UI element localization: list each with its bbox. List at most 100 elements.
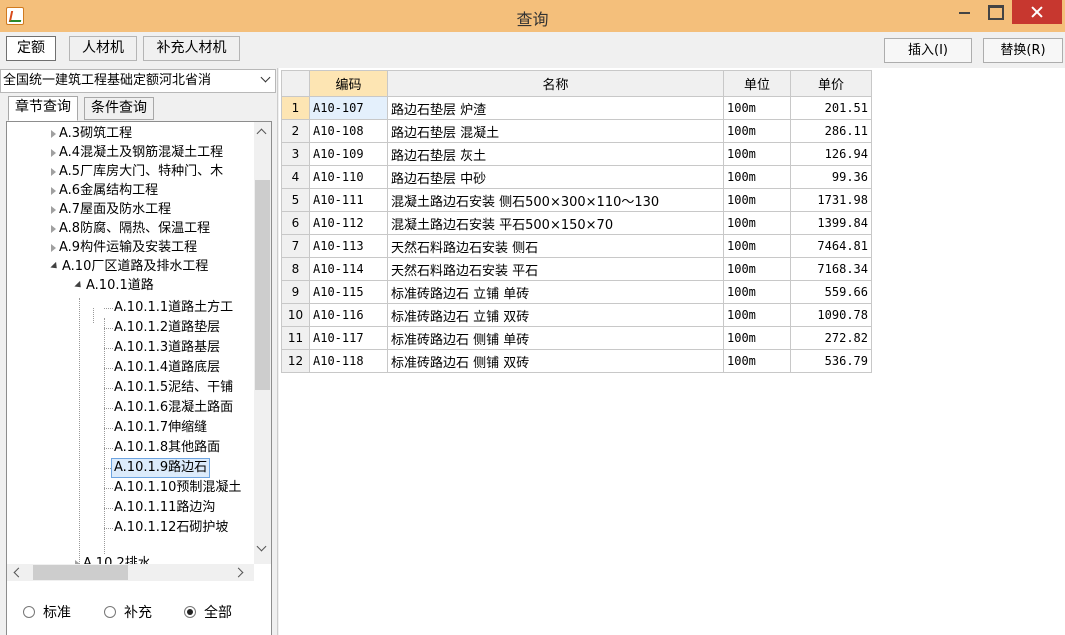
name-cell[interactable]: 天然石料路边石安装 平石 (387, 257, 724, 281)
table-row[interactable]: 12 A10-118 标准砖路边石 侧铺 双砖 100m 536.79 (281, 349, 872, 373)
table-row[interactable]: 4 A10-110 路边石垫层 中砂 100m 99.36 (281, 165, 872, 189)
quota-library-select[interactable]: 全国统一建筑工程基础定额河北省消 (0, 69, 276, 93)
price-cell[interactable]: 1731.98 (790, 188, 872, 212)
radio-supplement[interactable]: 补充 (104, 604, 152, 622)
tree-leaf[interactable]: A.10.1.11路边沟 (114, 498, 215, 518)
collapse-arrow-icon[interactable] (74, 280, 84, 291)
table-row[interactable]: 1 A10-107 路边石垫层 炉渣 100m 201.51 (281, 96, 872, 120)
radio-checked-icon[interactable] (184, 606, 196, 618)
row-number[interactable]: 1 (281, 96, 310, 120)
row-number[interactable]: 2 (281, 119, 310, 143)
tree-leaf[interactable]: A.10.1.2道路垫层 (114, 318, 220, 338)
code-cell[interactable]: A10-114 (309, 257, 388, 281)
row-number[interactable]: 12 (281, 349, 310, 373)
name-cell[interactable]: 天然石料路边石安装 侧石 (387, 234, 724, 258)
name-cell[interactable]: 混凝土路边石安装 侧石500×300×110～130 (387, 188, 724, 212)
tree-vertical-scrollbar[interactable] (254, 122, 271, 564)
name-cell[interactable]: 混凝土路边石安装 平石500×150×70 (387, 211, 724, 235)
code-cell[interactable]: A10-109 (309, 142, 388, 166)
expand-arrow-icon[interactable] (51, 205, 56, 214)
code-cell[interactable]: A10-117 (309, 326, 388, 350)
tree-horizontal-scrollbar[interactable] (7, 564, 254, 581)
table-row[interactable]: 10 A10-116 标准砖路边石 立铺 双砖 100m 1090.78 (281, 303, 872, 327)
code-cell[interactable]: A10-111 (309, 188, 388, 212)
name-cell[interactable]: 标准砖路边石 立铺 单砖 (387, 280, 724, 304)
row-number[interactable]: 4 (281, 165, 310, 189)
chevron-down-icon[interactable] (261, 74, 271, 84)
unit-cell[interactable]: 100m (723, 234, 791, 258)
row-number[interactable]: 9 (281, 280, 310, 304)
minimize-button[interactable] (950, 0, 978, 24)
tree-node[interactable]: A.6金属结构工程 (51, 181, 158, 201)
expand-arrow-icon[interactable] (51, 224, 56, 233)
unit-cell[interactable]: 100m (723, 303, 791, 327)
tree-node[interactable]: A.8防腐、隔热、保温工程 (51, 219, 210, 239)
unit-cell[interactable]: 100m (723, 142, 791, 166)
tree-leaf[interactable]: A.10.1.7伸缩缝 (114, 418, 207, 438)
price-cell[interactable]: 559.66 (790, 280, 872, 304)
code-cell[interactable]: A10-115 (309, 280, 388, 304)
replace-button[interactable]: 替换(R) (983, 38, 1063, 63)
unit-cell[interactable]: 100m (723, 165, 791, 189)
radio-all[interactable]: 全部 (184, 604, 232, 622)
price-cell[interactable]: 7464.81 (790, 234, 872, 258)
unit-cell[interactable]: 100m (723, 211, 791, 235)
expand-arrow-icon[interactable] (51, 129, 56, 138)
tree-leaf[interactable]: A.10.1.8其他路面 (114, 438, 220, 458)
tree-leaf[interactable]: A.10.1.3道路基层 (114, 338, 220, 358)
scroll-right-icon[interactable] (233, 567, 244, 578)
code-cell[interactable]: A10-116 (309, 303, 388, 327)
name-cell[interactable]: 标准砖路边石 立铺 双砖 (387, 303, 724, 327)
tab-supplement-lmm[interactable]: 补充人材机 (143, 36, 240, 61)
tree-node[interactable]: A.9构件运输及安装工程 (51, 238, 197, 258)
expand-arrow-icon[interactable] (51, 243, 56, 252)
price-cell[interactable]: 126.94 (790, 142, 872, 166)
code-cell[interactable]: A10-112 (309, 211, 388, 235)
tree-node[interactable]: A.3砌筑工程 (51, 124, 132, 144)
tree-leaf[interactable]: A.10.1.6混凝土路面 (114, 398, 233, 418)
name-cell[interactable]: 路边石垫层 灰土 (387, 142, 724, 166)
code-cell[interactable]: A10-118 (309, 349, 388, 373)
row-number[interactable]: 5 (281, 188, 310, 212)
table-row[interactable]: 8 A10-114 天然石料路边石安装 平石 100m 7168.34 (281, 257, 872, 281)
unit-cell[interactable]: 100m (723, 257, 791, 281)
name-cell[interactable]: 路边石垫层 混凝土 (387, 119, 724, 143)
scroll-down-icon[interactable] (256, 541, 267, 552)
expand-arrow-icon[interactable] (51, 167, 56, 176)
code-cell[interactable]: A10-108 (309, 119, 388, 143)
unit-cell[interactable]: 100m (723, 349, 791, 373)
tab-labor-material-machine[interactable]: 人材机 (69, 36, 137, 61)
close-button[interactable] (1012, 0, 1062, 24)
maximize-button[interactable] (980, 0, 1008, 24)
name-cell[interactable]: 路边石垫层 炉渣 (387, 96, 724, 120)
table-row[interactable]: 9 A10-115 标准砖路边石 立铺 单砖 100m 559.66 (281, 280, 872, 304)
name-cell[interactable]: 标准砖路边石 侧铺 双砖 (387, 349, 724, 373)
tree-leaf[interactable]: A.10.1.10预制混凝土 (114, 478, 241, 498)
price-cell[interactable]: 1399.84 (790, 211, 872, 235)
code-cell[interactable]: A10-113 (309, 234, 388, 258)
insert-button[interactable]: 插入(I) (884, 38, 972, 63)
radio-circle-icon[interactable] (23, 606, 35, 618)
row-number[interactable]: 7 (281, 234, 310, 258)
row-number[interactable]: 11 (281, 326, 310, 350)
tree-node-expanded[interactable]: A.10.1道路 (74, 276, 154, 296)
row-number[interactable]: 3 (281, 142, 310, 166)
column-header-name[interactable]: 名称 (387, 70, 724, 97)
table-row[interactable]: 7 A10-113 天然石料路边石安装 侧石 100m 7464.81 (281, 234, 872, 258)
price-cell[interactable]: 1090.78 (790, 303, 872, 327)
tree-node-expanded[interactable]: A.10厂区道路及排水工程 (50, 257, 208, 277)
scrollbar-thumb[interactable] (33, 565, 128, 580)
unit-cell[interactable]: 100m (723, 326, 791, 350)
price-cell[interactable]: 99.36 (790, 165, 872, 189)
tree-leaf[interactable]: A.10.1.1道路土方工 (114, 298, 233, 318)
tree-node[interactable]: A.4混凝土及钢筋混凝土工程 (51, 143, 223, 163)
radio-standard[interactable]: 标准 (23, 604, 71, 622)
column-header-price[interactable]: 单价 (790, 70, 872, 97)
code-cell[interactable]: A10-107 (309, 96, 388, 120)
table-row[interactable]: 2 A10-108 路边石垫层 混凝土 100m 286.11 (281, 119, 872, 143)
tab-quota[interactable]: 定额 (6, 36, 56, 61)
price-cell[interactable]: 272.82 (790, 326, 872, 350)
price-cell[interactable]: 286.11 (790, 119, 872, 143)
unit-cell[interactable]: 100m (723, 188, 791, 212)
unit-cell[interactable]: 100m (723, 96, 791, 120)
